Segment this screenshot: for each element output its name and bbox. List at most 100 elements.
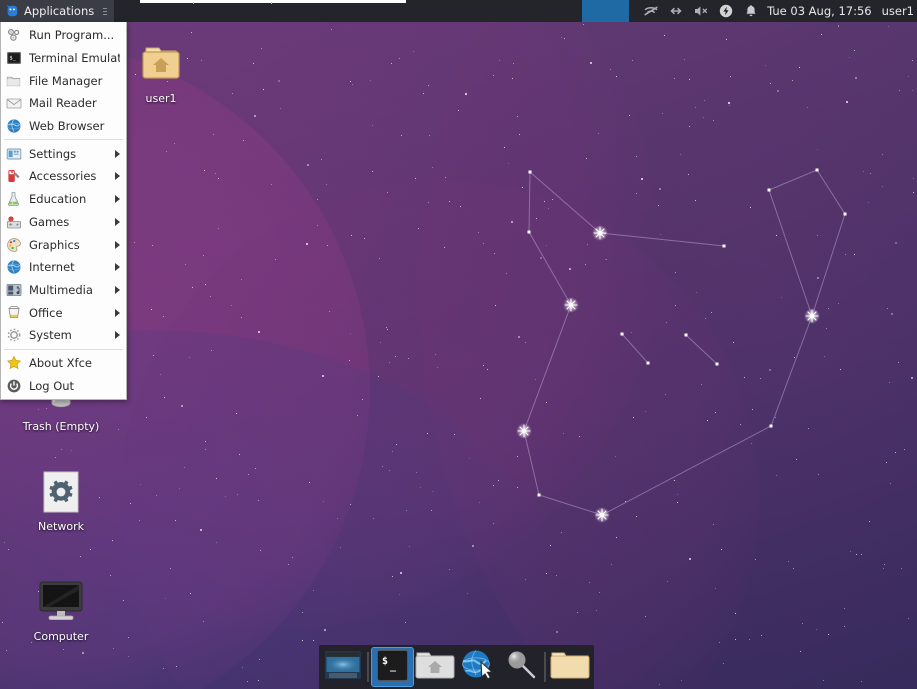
terminal-icon: $_	[377, 650, 408, 685]
volume-muted-icon[interactable]	[693, 3, 709, 19]
chevron-right-icon	[115, 331, 120, 339]
web-browser-globe-icon	[459, 648, 497, 686]
menu-separator	[4, 349, 123, 350]
chevron-right-icon	[115, 218, 120, 226]
dock-separator	[544, 652, 546, 682]
dock-separator	[367, 652, 369, 682]
menu-item-label: Run Program...	[29, 28, 120, 42]
dock-item-search-magnifier[interactable]	[500, 648, 541, 686]
panel-username[interactable]: user1	[882, 4, 917, 18]
menu-item-label: Office	[29, 306, 108, 320]
menu-separator	[4, 139, 123, 140]
education-icon	[6, 191, 22, 207]
window-titlebar-strip[interactable]	[140, 0, 406, 3]
office-icon	[6, 305, 22, 321]
menu-item-label: Terminal Emulator	[29, 51, 120, 65]
menu-item-office[interactable]: Office	[1, 301, 126, 324]
menu-item-label: Multimedia	[29, 283, 108, 297]
chevron-right-icon	[115, 309, 120, 317]
file-manager-icon	[6, 73, 22, 89]
menu-item-label: File Manager	[29, 74, 120, 88]
games-icon	[6, 214, 22, 230]
menu-item-multimedia[interactable]: Multimedia	[1, 279, 126, 302]
menu-item-label: Graphics	[29, 238, 108, 252]
search-magnifier-icon	[503, 649, 539, 685]
menu-item-label: Accessories	[29, 169, 108, 183]
terminal-icon: $_	[6, 50, 22, 66]
mail-reader-icon	[6, 95, 22, 111]
menu-item-label: Web Browser	[29, 119, 120, 133]
dock-item-folder[interactable]	[549, 648, 590, 686]
desktop-icon-label: user1	[120, 92, 202, 105]
titlebar-tick	[271, 2, 272, 4]
bottom-dock: $_	[319, 645, 594, 689]
menu-item-system[interactable]: System	[1, 324, 126, 347]
panel-clock[interactable]: Tue 03 Aug, 17:56	[767, 4, 882, 18]
desktop-icon-label: Computer	[20, 630, 102, 643]
graphics-icon	[6, 237, 22, 253]
menu-item-settings[interactable]: Settings	[1, 142, 126, 165]
dock-item-show-desktop[interactable]	[323, 648, 364, 686]
menu-item-terminal-emulator[interactable]: $_ Terminal Emulator	[1, 47, 126, 70]
settings-icon	[6, 146, 22, 162]
power-charging-icon[interactable]	[718, 3, 734, 19]
menu-item-graphics[interactable]: Graphics	[1, 233, 126, 256]
applications-menu-popup[interactable]: Run Program... $_ Terminal Emulator File Ma…	[0, 22, 127, 400]
menu-item-accessories[interactable]: Accessories	[1, 165, 126, 188]
chevron-right-icon	[115, 172, 120, 180]
menu-item-web-browser[interactable]: Web Browser	[1, 115, 126, 138]
svg-text:$: $	[382, 656, 388, 667]
applications-menu-label: Applications	[24, 4, 94, 18]
menu-item-education[interactable]: Education	[1, 188, 126, 211]
menu-item-mail-reader[interactable]: Mail Reader	[1, 92, 126, 115]
desktop-icon-label: Trash (Empty)	[20, 420, 102, 433]
applications-menu-button[interactable]: Applications	[0, 0, 114, 22]
menu-item-label: Log Out	[29, 379, 120, 393]
menu-item-label: Games	[29, 215, 108, 229]
desktop-icon-user1[interactable]: user1	[120, 40, 202, 105]
system-icon	[6, 327, 22, 343]
desktop-icon-label: Network	[20, 520, 102, 533]
accessories-icon	[6, 168, 22, 184]
menu-item-internet[interactable]: Internet	[1, 256, 126, 279]
top-panel: Applications	[0, 0, 917, 22]
run-program-icon	[6, 27, 22, 43]
window-tasklist[interactable]	[114, 0, 582, 22]
panel-handle-grip[interactable]	[101, 0, 108, 22]
computer-monitor-icon	[20, 578, 102, 626]
dock-item-terminal[interactable]: $_	[372, 648, 413, 686]
wifi-disabled-icon[interactable]	[643, 3, 659, 19]
menu-item-run-program[interactable]: Run Program...	[1, 24, 126, 47]
chevron-right-icon	[115, 286, 120, 294]
folder-icon	[550, 649, 590, 685]
about-xfce-star-icon	[6, 355, 22, 371]
web-browser-icon	[6, 118, 22, 134]
notification-bell-icon[interactable]	[743, 3, 759, 19]
desktop-icon-computer[interactable]: Computer	[20, 578, 102, 643]
menu-item-games[interactable]: Games	[1, 211, 126, 234]
menu-item-file-manager[interactable]: File Manager	[1, 69, 126, 92]
home-folder-icon	[120, 40, 202, 88]
network-wired-icon[interactable]	[668, 3, 684, 19]
chevron-right-icon	[115, 263, 120, 271]
log-out-power-icon	[6, 378, 22, 394]
menu-item-about-xfce[interactable]: About Xfce	[1, 352, 126, 375]
dock-item-web-browser-globe[interactable]	[457, 648, 498, 686]
chevron-right-icon	[115, 195, 120, 203]
titlebar-tick	[193, 2, 194, 4]
menu-item-label: Mail Reader	[29, 96, 120, 110]
internet-icon	[6, 259, 22, 275]
menu-item-label: About Xfce	[29, 356, 120, 370]
system-tray	[629, 3, 767, 19]
menu-item-log-out[interactable]: Log Out	[1, 374, 126, 397]
svg-text:$_: $_	[9, 55, 16, 61]
dock-item-file-manager-home[interactable]	[415, 648, 456, 686]
chevron-right-icon	[115, 150, 120, 158]
menu-item-label: Internet	[29, 260, 108, 274]
workspace-switcher[interactable]	[582, 0, 629, 22]
menu-item-label: Education	[29, 192, 108, 206]
desktop-icon-network[interactable]: Network	[20, 468, 102, 533]
menu-item-label: System	[29, 328, 108, 342]
svg-text:_: _	[390, 661, 397, 672]
menu-item-label: Settings	[29, 147, 108, 161]
